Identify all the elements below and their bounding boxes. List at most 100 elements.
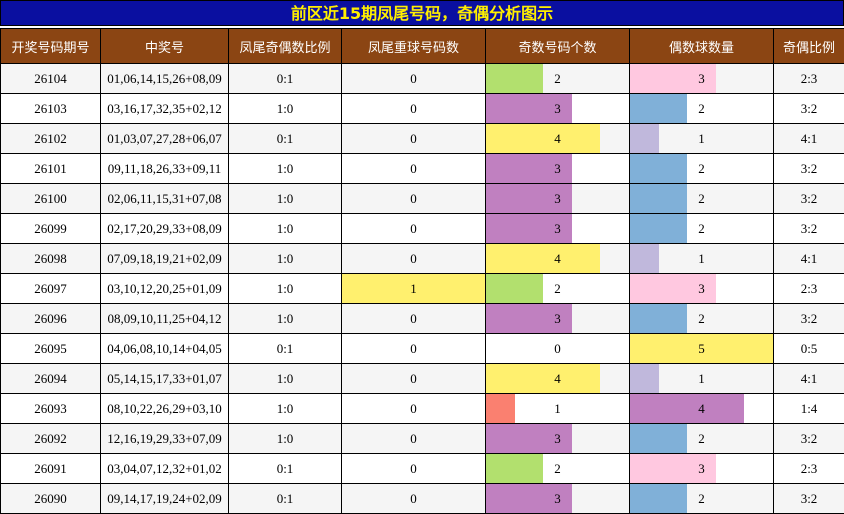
even-count-bar-value: 3 [698, 281, 705, 296]
even-count-bar-value: 2 [698, 431, 705, 446]
tail-ratio-cell: 1:0 [229, 394, 342, 424]
table-row: 2609608,09,10,11,25+04,121:00323:2 [1, 304, 844, 334]
odd-count-bar: 3 [486, 184, 630, 214]
period-cell: 26102 [1, 124, 101, 154]
even-count-bar-fill [630, 184, 687, 213]
even-count-bar-fill [630, 94, 687, 123]
tail-repeat-cell: 1 [342, 274, 486, 304]
even-count-bar: 3 [630, 64, 774, 94]
odd-count-bar: 3 [486, 304, 630, 334]
odd-count-bar-value: 4 [554, 251, 561, 266]
tail-ratio-cell: 0:1 [229, 454, 342, 484]
table-row: 2610303,16,17,32,35+02,121:00323:2 [1, 94, 844, 124]
tail-ratio-cell: 0:1 [229, 484, 342, 514]
odd-count-bar-value: 0 [554, 341, 561, 356]
numbers-cell: 09,11,18,26,33+09,11 [101, 154, 229, 184]
period-cell: 26098 [1, 244, 101, 274]
table-row: 2609405,14,15,17,33+01,071:00414:1 [1, 364, 844, 394]
tail-ratio-cell: 1:0 [229, 274, 342, 304]
even-count-bar-fill [630, 364, 659, 393]
numbers-cell: 05,14,15,17,33+01,07 [101, 364, 229, 394]
header-tail-ratio: 凤尾奇偶数比例 [229, 29, 342, 64]
header-period: 开奖号码期号 [1, 29, 101, 64]
even-count-bar-value: 2 [698, 161, 705, 176]
even-count-bar-value: 2 [698, 101, 705, 116]
even-count-bar-value: 1 [698, 251, 705, 266]
table-row: 2609212,16,19,29,33+07,091:00323:2 [1, 424, 844, 454]
tail-repeat-cell: 0 [342, 484, 486, 514]
odd-count-bar: 2 [486, 64, 630, 94]
even-count-bar-fill [630, 424, 687, 453]
tail-repeat-cell: 0 [342, 424, 486, 454]
even-count-bar-value: 2 [698, 221, 705, 236]
tail-repeat-cell: 0 [342, 64, 486, 94]
odd-count-bar-value: 1 [554, 401, 561, 416]
odd-count-bar: 3 [486, 424, 630, 454]
header-numbers: 中奖号 [101, 29, 229, 64]
even-count-bar-fill [630, 304, 687, 333]
period-cell: 26104 [1, 64, 101, 94]
numbers-cell: 04,06,08,10,14+04,05 [101, 334, 229, 364]
even-count-bar-value: 5 [698, 341, 705, 356]
numbers-cell: 02,17,20,29,33+08,09 [101, 214, 229, 244]
chart-title: 前区近15期凤尾号码，奇偶分析图示 [0, 0, 844, 26]
odd-count-bar: 2 [486, 454, 630, 484]
even-count-bar: 5 [630, 334, 774, 364]
numbers-cell: 03,16,17,32,35+02,12 [101, 94, 229, 124]
period-cell: 26095 [1, 334, 101, 364]
ratio-cell: 3:2 [774, 484, 844, 514]
tail-repeat-cell: 0 [342, 244, 486, 274]
even-count-bar-value: 3 [698, 71, 705, 86]
even-count-bar: 1 [630, 244, 774, 274]
period-cell: 26092 [1, 424, 101, 454]
ratio-cell: 4:1 [774, 364, 844, 394]
odd-count-bar: 3 [486, 94, 630, 124]
odd-count-bar-value: 2 [554, 281, 561, 296]
odd-count-bar-fill [486, 454, 543, 483]
odd-count-bar: 4 [486, 124, 630, 154]
even-count-bar-fill [630, 244, 659, 273]
table-row: 2609902,17,20,29,33+08,091:00323:2 [1, 214, 844, 244]
numbers-cell: 03,10,12,20,25+01,09 [101, 274, 229, 304]
numbers-cell: 08,09,10,11,25+04,12 [101, 304, 229, 334]
tail-ratio-cell: 0:1 [229, 124, 342, 154]
header-ratio: 奇偶比例 [774, 29, 844, 64]
period-cell: 26099 [1, 214, 101, 244]
tail-repeat-cell: 0 [342, 304, 486, 334]
odd-count-bar: 2 [486, 274, 630, 304]
even-count-bar: 2 [630, 424, 774, 454]
table-row: 2609703,10,12,20,25+01,091:01232:3 [1, 274, 844, 304]
header-row: 开奖号码期号 中奖号 凤尾奇偶数比例 凤尾重球号码数 奇数号码个数 偶数球数量 … [1, 29, 844, 64]
table-row: 2609308,10,22,26,29+03,101:00141:4 [1, 394, 844, 424]
even-count-bar: 2 [630, 154, 774, 184]
odd-count-bar-value: 3 [554, 101, 561, 116]
header-odd-count: 奇数号码个数 [486, 29, 630, 64]
numbers-cell: 12,16,19,29,33+07,09 [101, 424, 229, 454]
tail-ratio-cell: 1:0 [229, 424, 342, 454]
header-even-count: 偶数球数量 [630, 29, 774, 64]
period-cell: 26096 [1, 304, 101, 334]
odd-count-bar: 3 [486, 154, 630, 184]
table-body: 2610401,06,14,15,26+08,090:10232:3261030… [1, 64, 844, 514]
numbers-cell: 09,14,17,19,24+02,09 [101, 484, 229, 514]
even-count-bar: 2 [630, 184, 774, 214]
odd-count-bar-fill [486, 364, 600, 393]
even-count-bar-value: 4 [698, 401, 705, 416]
even-count-bar: 2 [630, 304, 774, 334]
even-count-bar: 3 [630, 454, 774, 484]
odd-count-bar: 4 [486, 364, 630, 394]
odd-count-bar: 3 [486, 214, 630, 244]
tail-ratio-cell: 0:1 [229, 64, 342, 94]
tail-ratio-cell: 1:0 [229, 214, 342, 244]
even-count-bar: 3 [630, 274, 774, 304]
ratio-cell: 1:4 [774, 394, 844, 424]
even-count-bar-value: 2 [698, 491, 705, 506]
table-row: 2610109,11,18,26,33+09,111:00323:2 [1, 154, 844, 184]
table-row: 2610201,03,07,27,28+06,070:10414:1 [1, 124, 844, 154]
odd-count-bar-value: 3 [554, 191, 561, 206]
table-row: 2610002,06,11,15,31+07,081:00323:2 [1, 184, 844, 214]
numbers-cell: 03,04,07,12,32+01,02 [101, 454, 229, 484]
numbers-cell: 07,09,18,19,21+02,09 [101, 244, 229, 274]
even-count-bar-fill [630, 214, 687, 243]
table-row: 2609009,14,17,19,24+02,090:10323:2 [1, 484, 844, 514]
